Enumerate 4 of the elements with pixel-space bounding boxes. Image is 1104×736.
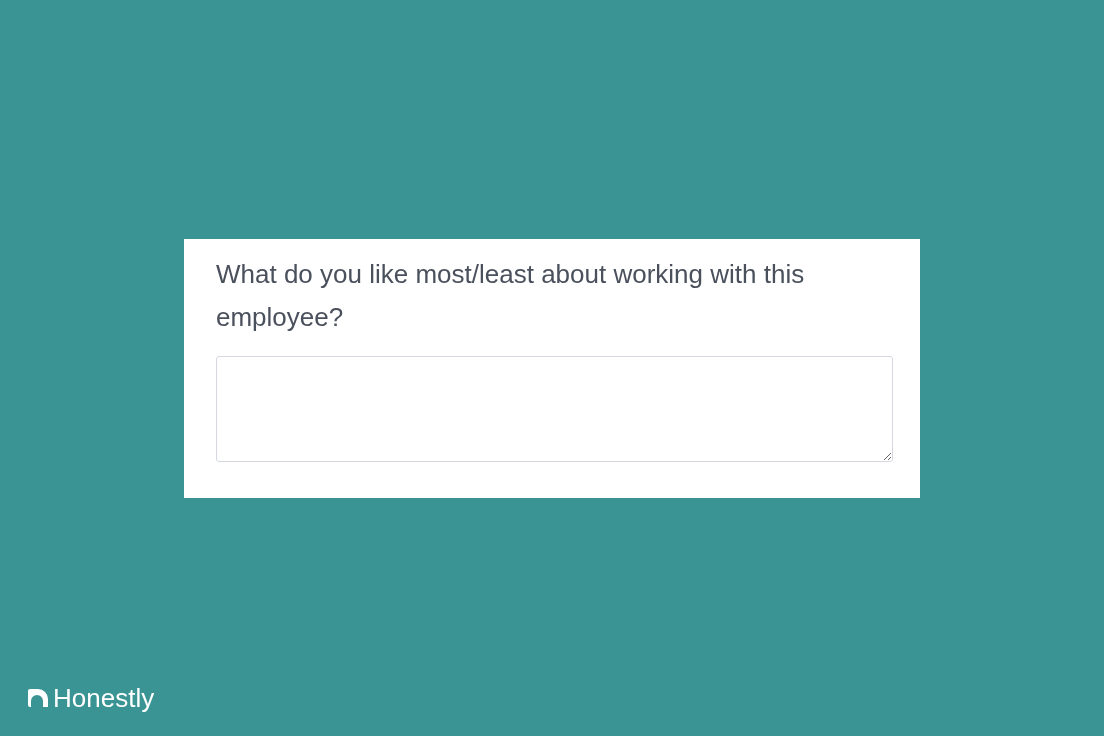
brand-name: Honestly	[53, 683, 155, 713]
answer-box[interactable]	[216, 355, 893, 462]
question-text: What do you like most/least about working with this employee?	[216, 257, 806, 334]
logo-icon	[28, 689, 48, 707]
